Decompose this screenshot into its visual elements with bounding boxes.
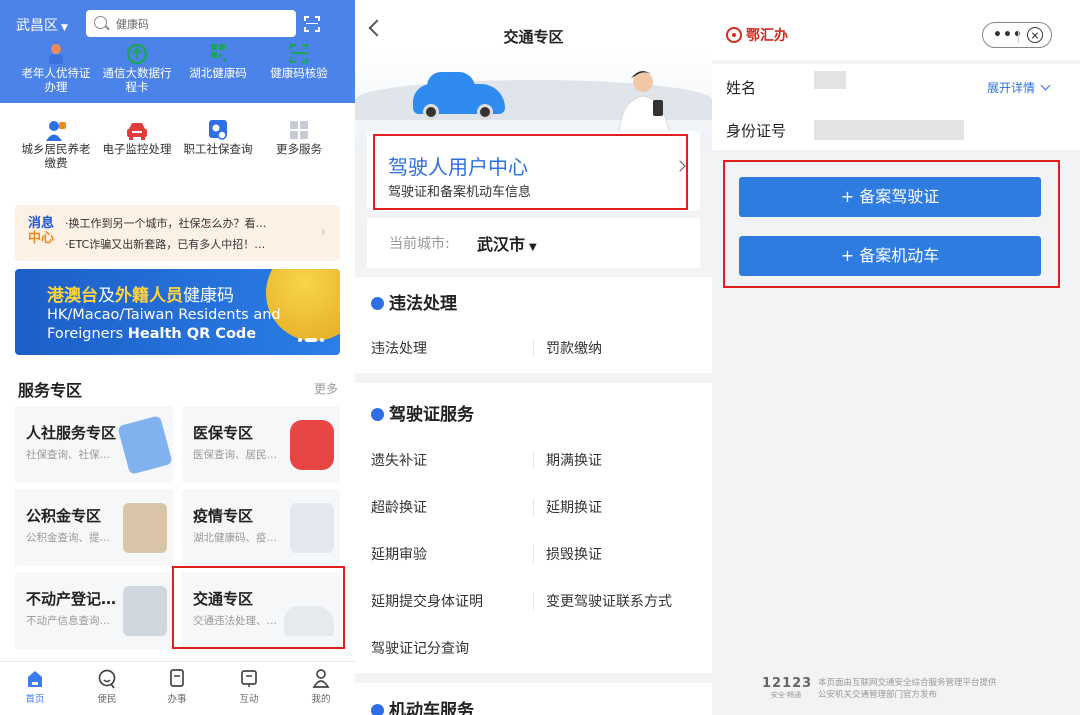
grid-item-more-services[interactable]: 更多服务 xyxy=(259,120,339,156)
scan-icon[interactable] xyxy=(304,16,320,32)
grid-item-hubei-health-code[interactable]: 湖北健康码 xyxy=(178,44,258,80)
footer: 12123 安全·畅通 本页面由互联网交通安全综合服务管理平台提供 公安机关交通… xyxy=(762,676,997,700)
car-illustration xyxy=(413,72,505,120)
building-illustration xyxy=(123,586,167,636)
car-icon xyxy=(124,120,150,142)
12123-logo: 12123 安全·畅通 xyxy=(762,676,813,699)
person-illustration xyxy=(618,71,670,134)
tab-affairs[interactable]: 办事 xyxy=(152,668,202,705)
item-expiry-renewal[interactable]: 期满换证 xyxy=(546,450,602,470)
name-label: 姓名 xyxy=(726,79,757,97)
service-section-title: 服务专区 xyxy=(18,381,83,400)
tab-home[interactable]: 首页 xyxy=(10,668,60,705)
grid-item-social-security[interactable]: 职工社保查询 xyxy=(178,120,258,156)
grid-item-health-code-verify[interactable]: 健康码核验 xyxy=(259,43,339,80)
item-lost-replacement[interactable]: 遗失补证 xyxy=(371,450,427,470)
district-selector[interactable]: 武昌区 ▼ xyxy=(16,15,68,35)
itinerary-icon xyxy=(124,43,150,66)
card-hr-services[interactable]: 人社服务专区 社保查询、社保… xyxy=(15,406,173,483)
more-grid-icon xyxy=(286,120,312,142)
vehicle-section: 机动车服务 xyxy=(355,683,712,715)
card-epidemic[interactable]: 疫情专区 湖北健康码、疫… xyxy=(182,489,340,566)
bottom-tab-bar: 首页 便民 办事 互动 我的 xyxy=(0,661,355,715)
license-section: 驾驶证服务 遗失补证 期满换证 超龄换证 延期换证 延期审验 损毁换证 延期提交… xyxy=(355,383,712,673)
caret-down-icon: ▼ xyxy=(61,23,68,33)
affairs-icon xyxy=(152,668,202,690)
page-title: 交通专区 xyxy=(503,28,564,46)
home-screen: 武昌区 ▼ 健康码 老年人优待证办理 通信大数据行程卡 湖北健康码 健康码核验 城… xyxy=(0,0,355,715)
elder-icon xyxy=(43,44,69,66)
user-info-card: 姓名 展开详情 身份证号 xyxy=(712,64,1080,150)
tab-interact[interactable]: 互动 xyxy=(224,668,274,705)
item-damaged-renewal[interactable]: 损毁换证 xyxy=(546,544,602,564)
card-medical-insurance[interactable]: 医保专区 医保查询、居民… xyxy=(182,406,340,483)
highlight-box xyxy=(172,566,345,649)
search-input[interactable]: 健康码 xyxy=(86,10,296,37)
tab-convenience[interactable]: 便民 xyxy=(82,668,132,705)
message-line[interactable]: ·换工作到另一个城市，社保怎么办？看… xyxy=(65,215,267,231)
compass-icon xyxy=(371,297,384,310)
close-icon[interactable] xyxy=(1027,27,1043,43)
city-selector[interactable]: 当前城市: 武汉市 ▼ xyxy=(367,218,700,268)
banner-subtitle: HK/Macao/Taiwan Residents and Foreigners… xyxy=(47,307,281,342)
item-points-query[interactable]: 驾驶证记分查询 xyxy=(371,638,469,658)
tab-profile[interactable]: 我的 xyxy=(296,668,346,705)
banner-title: 港澳台及外籍人员健康码 xyxy=(47,286,234,306)
filing-screen: 鄂汇办 ••• 姓名 展开详情 身份证号 + 备案驾驶证 + 备案机动车 121… xyxy=(712,0,1080,715)
app-logo: 鄂汇办 xyxy=(726,25,788,45)
profile-icon xyxy=(296,668,346,690)
highlight-box xyxy=(373,134,688,210)
social-security-icon xyxy=(205,120,231,142)
scan-verify-icon xyxy=(286,43,312,66)
doctor-illustration xyxy=(290,503,334,553)
item-age-renewal[interactable]: 超龄换证 xyxy=(371,497,427,517)
steering-wheel-icon xyxy=(371,408,384,421)
card-housing-fund[interactable]: 公积金专区 公积金查询、提… xyxy=(15,489,173,566)
item-deferred-health-cert[interactable]: 延期提交身体证明 xyxy=(371,591,483,611)
chevron-down-icon xyxy=(1040,80,1051,91)
item-fine-payment[interactable]: 罚款缴纳 xyxy=(546,338,602,358)
chevron-right-icon: › xyxy=(320,225,326,240)
vehicle-icon xyxy=(371,704,384,715)
qr-code-icon xyxy=(205,44,231,66)
redacted-id xyxy=(814,120,964,140)
interact-icon xyxy=(224,668,274,690)
grid-item-itinerary[interactable]: 通信大数据行程卡 xyxy=(97,43,177,94)
health-code-banner[interactable]: 港澳台及外籍人员健康码 HK/Macao/Taiwan Residents an… xyxy=(15,269,340,355)
caret-down-icon: ▼ xyxy=(529,242,537,253)
convenience-icon xyxy=(82,668,132,690)
item-deferred-renewal[interactable]: 延期换证 xyxy=(546,497,602,517)
violation-section: 违法处理 违法处理 罚款缴纳 xyxy=(355,277,712,373)
search-icon xyxy=(94,16,107,29)
item-violation-handling[interactable]: 违法处理 xyxy=(371,338,427,358)
message-center[interactable]: 消息 中心 ·换工作到另一个城市，社保怎么办？看… ·ETC诈骗又出新套路，已有… xyxy=(15,205,340,261)
expand-details-button[interactable]: 展开详情 xyxy=(987,79,1051,96)
home-icon xyxy=(10,668,60,690)
highlight-box xyxy=(723,160,1060,288)
item-change-contact[interactable]: 变更驾驶证联系方式 xyxy=(546,591,672,611)
id-label: 身份证号 xyxy=(726,122,787,140)
seal-icon xyxy=(726,27,742,43)
house-icon xyxy=(123,503,167,553)
redacted-name xyxy=(814,71,846,89)
grid-item-elder-card[interactable]: 老年人优待证办理 xyxy=(16,44,96,94)
message-center-tag: 消息 中心 xyxy=(28,216,55,246)
pension-icon xyxy=(43,120,69,142)
card-real-estate[interactable]: 不动产登记… 不动产信息查询… xyxy=(15,572,173,649)
message-line[interactable]: ·ETC诈骗又出新套路，已有多人中招！… xyxy=(65,236,265,252)
miniapp-capsule: ••• xyxy=(982,22,1052,48)
medical-cross-icon xyxy=(290,420,334,470)
card-illustration xyxy=(117,415,173,475)
traffic-zone-screen: 交通专区 驾驶人用户中心 驾驶证和备案机动车信息 当前城市: 武汉市 ▼ 违法处理… xyxy=(355,0,712,715)
service-more-link[interactable]: 更多 xyxy=(314,380,338,397)
carousel-indicator xyxy=(295,327,324,346)
grid-item-e-monitor[interactable]: 电子监控处理 xyxy=(97,120,177,156)
item-deferred-review[interactable]: 延期审验 xyxy=(371,544,427,564)
grid-item-pension[interactable]: 城乡居民养老缴费 xyxy=(16,120,96,170)
